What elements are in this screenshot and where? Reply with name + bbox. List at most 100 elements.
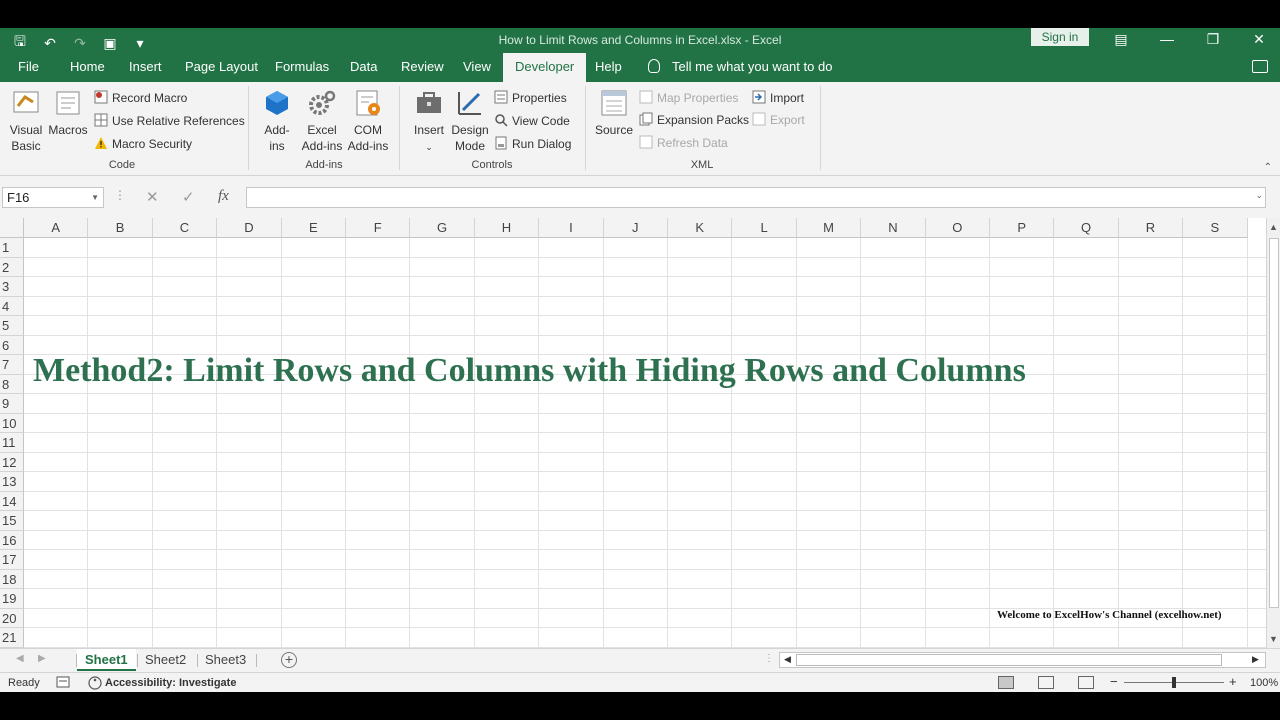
excel-add-ins-button[interactable]: Excel Add-ins (300, 88, 344, 154)
column-header[interactable]: F (346, 218, 411, 238)
macro-record-icon[interactable] (56, 675, 70, 692)
import-button[interactable]: Import (752, 88, 804, 108)
comments-icon[interactable] (1252, 60, 1268, 73)
column-header[interactable]: Q (1054, 218, 1119, 238)
tab-insert[interactable]: Insert (129, 54, 162, 82)
insert-control-button[interactable]: Insert ⌄ (410, 88, 448, 155)
map-properties-button[interactable]: Map Properties (639, 88, 738, 108)
split-handle-icon[interactable]: ⋮ (764, 653, 774, 664)
horizontal-scrollbar[interactable]: ◀ ▶ (779, 652, 1266, 668)
row-header[interactable]: 1 (0, 238, 24, 258)
row-header[interactable]: 11 (0, 433, 24, 453)
refresh-data-button[interactable]: Refresh Data (639, 133, 728, 153)
column-header[interactable]: J (603, 218, 668, 238)
sign-in-button[interactable]: Sign in (1031, 28, 1089, 46)
scroll-left-icon[interactable]: ◀ (784, 654, 791, 665)
column-header[interactable]: P (990, 218, 1055, 238)
name-box[interactable]: F16 ▼ (2, 187, 104, 208)
row-header[interactable]: 21 (0, 628, 24, 648)
row-header[interactable]: 10 (0, 413, 24, 433)
next-sheet-icon[interactable]: ▶ (38, 653, 46, 664)
column-header[interactable]: L (732, 218, 797, 238)
collapse-ribbon-icon[interactable]: ⌃ (1264, 162, 1272, 173)
use-relative-references-button[interactable]: Use Relative References (94, 111, 245, 131)
scroll-down-icon[interactable]: ▼ (1269, 634, 1278, 644)
scroll-right-icon[interactable]: ▶ (1252, 654, 1259, 665)
row-header[interactable]: 2 (0, 257, 24, 277)
record-macro-button[interactable]: Record Macro (94, 88, 187, 108)
row-header[interactable]: 16 (0, 530, 24, 550)
com-add-ins-button[interactable]: COM Add-ins (346, 88, 390, 154)
expand-formula-bar-icon[interactable]: ⌄ (1255, 190, 1263, 201)
column-header[interactable]: G (410, 218, 475, 238)
tab-data[interactable]: Data (350, 54, 377, 82)
column-header[interactable]: N (861, 218, 926, 238)
enter-icon[interactable]: ✓ (182, 188, 195, 206)
tab-view[interactable]: View (463, 54, 491, 82)
column-header[interactable]: H (474, 218, 540, 238)
sheet-tab-sheet1[interactable]: Sheet1 (77, 649, 136, 671)
expansion-packs-button[interactable]: Expansion Packs (639, 110, 749, 130)
tab-review[interactable]: Review (401, 54, 444, 82)
column-header[interactable]: D (217, 218, 282, 238)
xml-source-button[interactable]: Source (594, 88, 634, 138)
column-header[interactable]: S (1183, 218, 1248, 238)
zoom-level[interactable]: 100% (1250, 677, 1278, 689)
row-header[interactable]: 6 (0, 335, 24, 355)
tab-page-layout[interactable]: Page Layout (185, 54, 258, 82)
view-code-button[interactable]: View Code (494, 111, 570, 131)
scroll-up-icon[interactable]: ▲ (1269, 222, 1278, 232)
page-layout-view-icon[interactable] (1038, 676, 1054, 689)
row-header[interactable]: 13 (0, 472, 24, 492)
add-sheet-button[interactable]: + (281, 652, 297, 668)
normal-view-icon[interactable] (998, 676, 1014, 689)
column-header[interactable]: K (668, 218, 733, 238)
insert-function-icon[interactable]: fx (218, 188, 229, 205)
tab-home[interactable]: Home (70, 54, 105, 82)
page-break-preview-icon[interactable] (1078, 676, 1094, 689)
zoom-slider-thumb[interactable] (1172, 677, 1176, 688)
row-header[interactable]: 4 (0, 296, 24, 316)
row-header[interactable]: 19 (0, 589, 24, 609)
prev-sheet-icon[interactable]: ◀ (16, 653, 24, 664)
column-header[interactable]: C (152, 218, 218, 238)
chevron-down-icon[interactable]: ▼ (91, 188, 99, 207)
tab-help[interactable]: Help (595, 54, 622, 82)
design-mode-button[interactable]: Design Mode (450, 88, 490, 154)
sheet-tab-sheet3[interactable]: Sheet3 (197, 649, 254, 671)
accessibility-status[interactable]: Accessibility: Investigate (105, 677, 236, 689)
tab-formulas[interactable]: Formulas (275, 54, 329, 82)
select-all-corner[interactable] (0, 218, 24, 238)
sheet-tab-sheet2[interactable]: Sheet2 (137, 649, 194, 671)
column-header[interactable]: R (1118, 218, 1184, 238)
zoom-in-button[interactable]: + (1229, 674, 1237, 689)
tell-me-search[interactable]: Tell me what you want to do (648, 54, 832, 82)
visual-basic-button[interactable]: Visual Basic (8, 88, 44, 154)
column-header[interactable]: A (24, 218, 89, 238)
row-header[interactable]: 15 (0, 511, 24, 531)
restore-icon[interactable]: ❐ (1190, 28, 1236, 52)
cancel-icon[interactable]: ✕ (146, 188, 159, 206)
column-header[interactable]: M (796, 218, 862, 238)
row-header[interactable]: 17 (0, 550, 24, 570)
macros-button[interactable]: Macros (48, 88, 88, 138)
close-icon[interactable]: ✕ (1236, 28, 1280, 52)
row-header[interactable]: 12 (0, 452, 24, 472)
row-header[interactable]: 20 (0, 608, 24, 628)
column-header[interactable]: I (539, 218, 604, 238)
row-header[interactable]: 14 (0, 491, 24, 511)
ribbon-display-options-icon[interactable]: ▤ (1098, 28, 1144, 52)
row-header[interactable]: 8 (0, 374, 24, 394)
minimize-icon[interactable]: — (1144, 28, 1190, 52)
row-header[interactable]: 5 (0, 316, 24, 336)
run-dialog-button[interactable]: Run Dialog (494, 134, 571, 154)
zoom-out-button[interactable]: − (1110, 674, 1118, 689)
row-header[interactable]: 3 (0, 277, 24, 297)
column-header[interactable]: O (925, 218, 990, 238)
horizontal-scroll-thumb[interactable] (796, 654, 1222, 666)
row-header[interactable]: 18 (0, 569, 24, 589)
add-ins-button[interactable]: Add- ins (258, 88, 296, 154)
formula-input[interactable]: ⌄ (246, 187, 1266, 208)
macro-security-button[interactable]: Macro Security (94, 134, 192, 154)
vertical-scrollbar[interactable]: ▲ ▼ (1266, 218, 1280, 648)
